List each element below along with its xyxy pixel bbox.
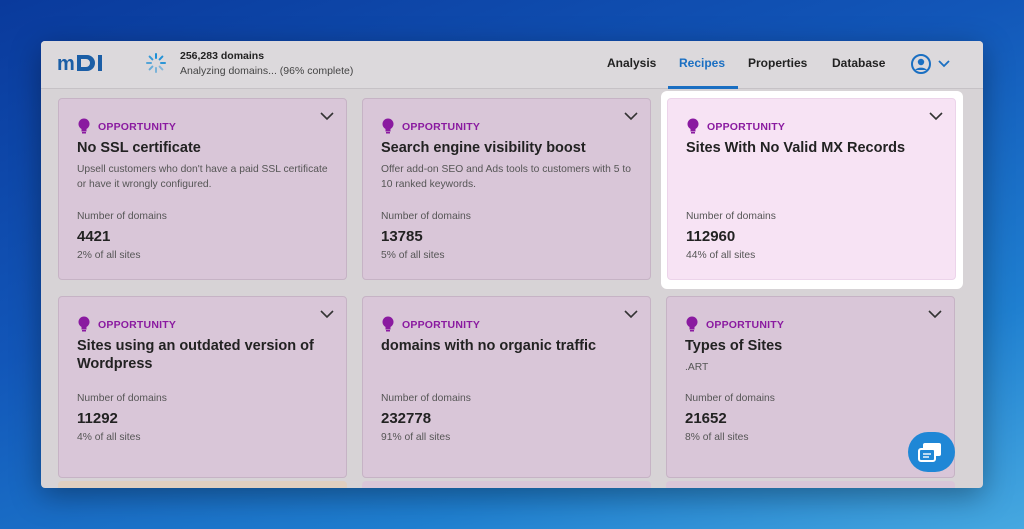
chevron-down-icon[interactable] <box>320 111 334 121</box>
domain-count: 256,283 domains <box>180 50 265 62</box>
opportunity-tag: OPPORTUNITY <box>402 319 481 331</box>
chevron-down-icon[interactable] <box>624 309 638 319</box>
lightbulb-icon <box>382 118 394 134</box>
percent-of-sites: 91% of all sites <box>381 432 451 443</box>
percent-of-sites: 4% of all sites <box>77 432 141 443</box>
recipe-card-peek[interactable] <box>362 481 651 488</box>
nav-analysis[interactable]: Analysis <box>607 56 656 70</box>
card-description: Upsell customers who don't have a paid S… <box>77 164 328 190</box>
card-description: .ART <box>685 362 709 373</box>
lightbulb-icon <box>78 118 90 134</box>
domain-count-value: 13785 <box>381 228 423 245</box>
chevron-down-icon[interactable] <box>928 309 942 319</box>
svg-text:m: m <box>57 53 75 75</box>
recipe-card-peek[interactable] <box>666 481 955 488</box>
card-description: Offer add-on SEO and Ads tools to custom… <box>381 164 631 190</box>
card-title: domains with no organic traffic <box>381 338 597 354</box>
opportunity-tag: OPPORTUNITY <box>402 121 481 133</box>
card-title: Search engine visibility boost <box>381 140 586 156</box>
count-label: Number of domains <box>77 393 167 404</box>
card-title: Sites using an outdated version of Wordp… <box>77 338 314 372</box>
recipe-card-seo-boost[interactable]: OPPORTUNITY Search engine visibility boo… <box>362 98 651 280</box>
top-bar: m 256,283 domains Analyzing domains... (… <box>41 41 983 89</box>
opportunity-tag: OPPORTUNITY <box>98 319 177 331</box>
recipe-card-no-organic-traffic[interactable]: OPPORTUNITY domains with no organic traf… <box>362 296 651 478</box>
opportunity-tag: OPPORTUNITY <box>707 121 786 133</box>
recipe-card-outdated-wordpress[interactable]: OPPORTUNITY Sites using an outdated vers… <box>58 296 347 478</box>
opportunity-tag: OPPORTUNITY <box>706 319 785 331</box>
lightbulb-icon <box>382 316 394 332</box>
percent-of-sites: 8% of all sites <box>685 432 749 443</box>
count-label: Number of domains <box>381 211 471 222</box>
nav-database[interactable]: Database <box>832 56 885 70</box>
domain-count-value: 21652 <box>685 410 727 427</box>
percent-of-sites: 2% of all sites <box>77 250 141 261</box>
chat-button[interactable] <box>908 432 955 472</box>
percent-of-sites: 5% of all sites <box>381 250 445 261</box>
lightbulb-icon <box>78 316 90 332</box>
recipe-card-no-mx-records[interactable]: OPPORTUNITY Sites With No Valid MX Recor… <box>667 98 956 280</box>
analysis-status: Analyzing domains... (96% complete) <box>180 65 354 77</box>
recipe-card-no-ssl[interactable]: OPPORTUNITY No SSL certificate Upsell cu… <box>58 98 347 280</box>
domain-count-value: 112960 <box>686 228 736 245</box>
mdi-logo[interactable]: m <box>57 50 113 76</box>
recipe-card-peek[interactable] <box>58 481 347 488</box>
card-title: Sites With No Valid MX Records <box>686 140 906 156</box>
chevron-down-icon[interactable] <box>320 309 334 319</box>
lightbulb-icon <box>687 118 699 134</box>
nav-properties[interactable]: Properties <box>748 56 807 70</box>
card-title: Types of Sites <box>685 338 783 354</box>
chevron-down-icon[interactable] <box>929 111 943 121</box>
count-label: Number of domains <box>77 211 167 222</box>
nav-recipes[interactable]: Recipes <box>679 56 725 70</box>
chat-icon <box>918 443 941 462</box>
spotlight-frame: OPPORTUNITY Sites With No Valid MX Recor… <box>661 91 963 289</box>
count-label: Number of domains <box>381 393 471 404</box>
lightbulb-icon <box>686 316 698 332</box>
user-menu-button[interactable] <box>909 52 955 76</box>
loading-spinner-icon <box>146 53 166 73</box>
domain-count-value: 11292 <box>77 410 118 427</box>
opportunity-tag: OPPORTUNITY <box>98 121 177 133</box>
count-label: Number of domains <box>685 393 775 404</box>
count-label: Number of domains <box>686 211 776 222</box>
domain-count-value: 4421 <box>77 228 111 245</box>
card-title: No SSL certificate <box>77 140 201 156</box>
percent-of-sites: 44% of all sites <box>686 250 756 261</box>
domain-count-value: 232778 <box>381 410 432 427</box>
chevron-down-icon[interactable] <box>624 111 638 121</box>
active-nav-indicator <box>668 86 738 89</box>
